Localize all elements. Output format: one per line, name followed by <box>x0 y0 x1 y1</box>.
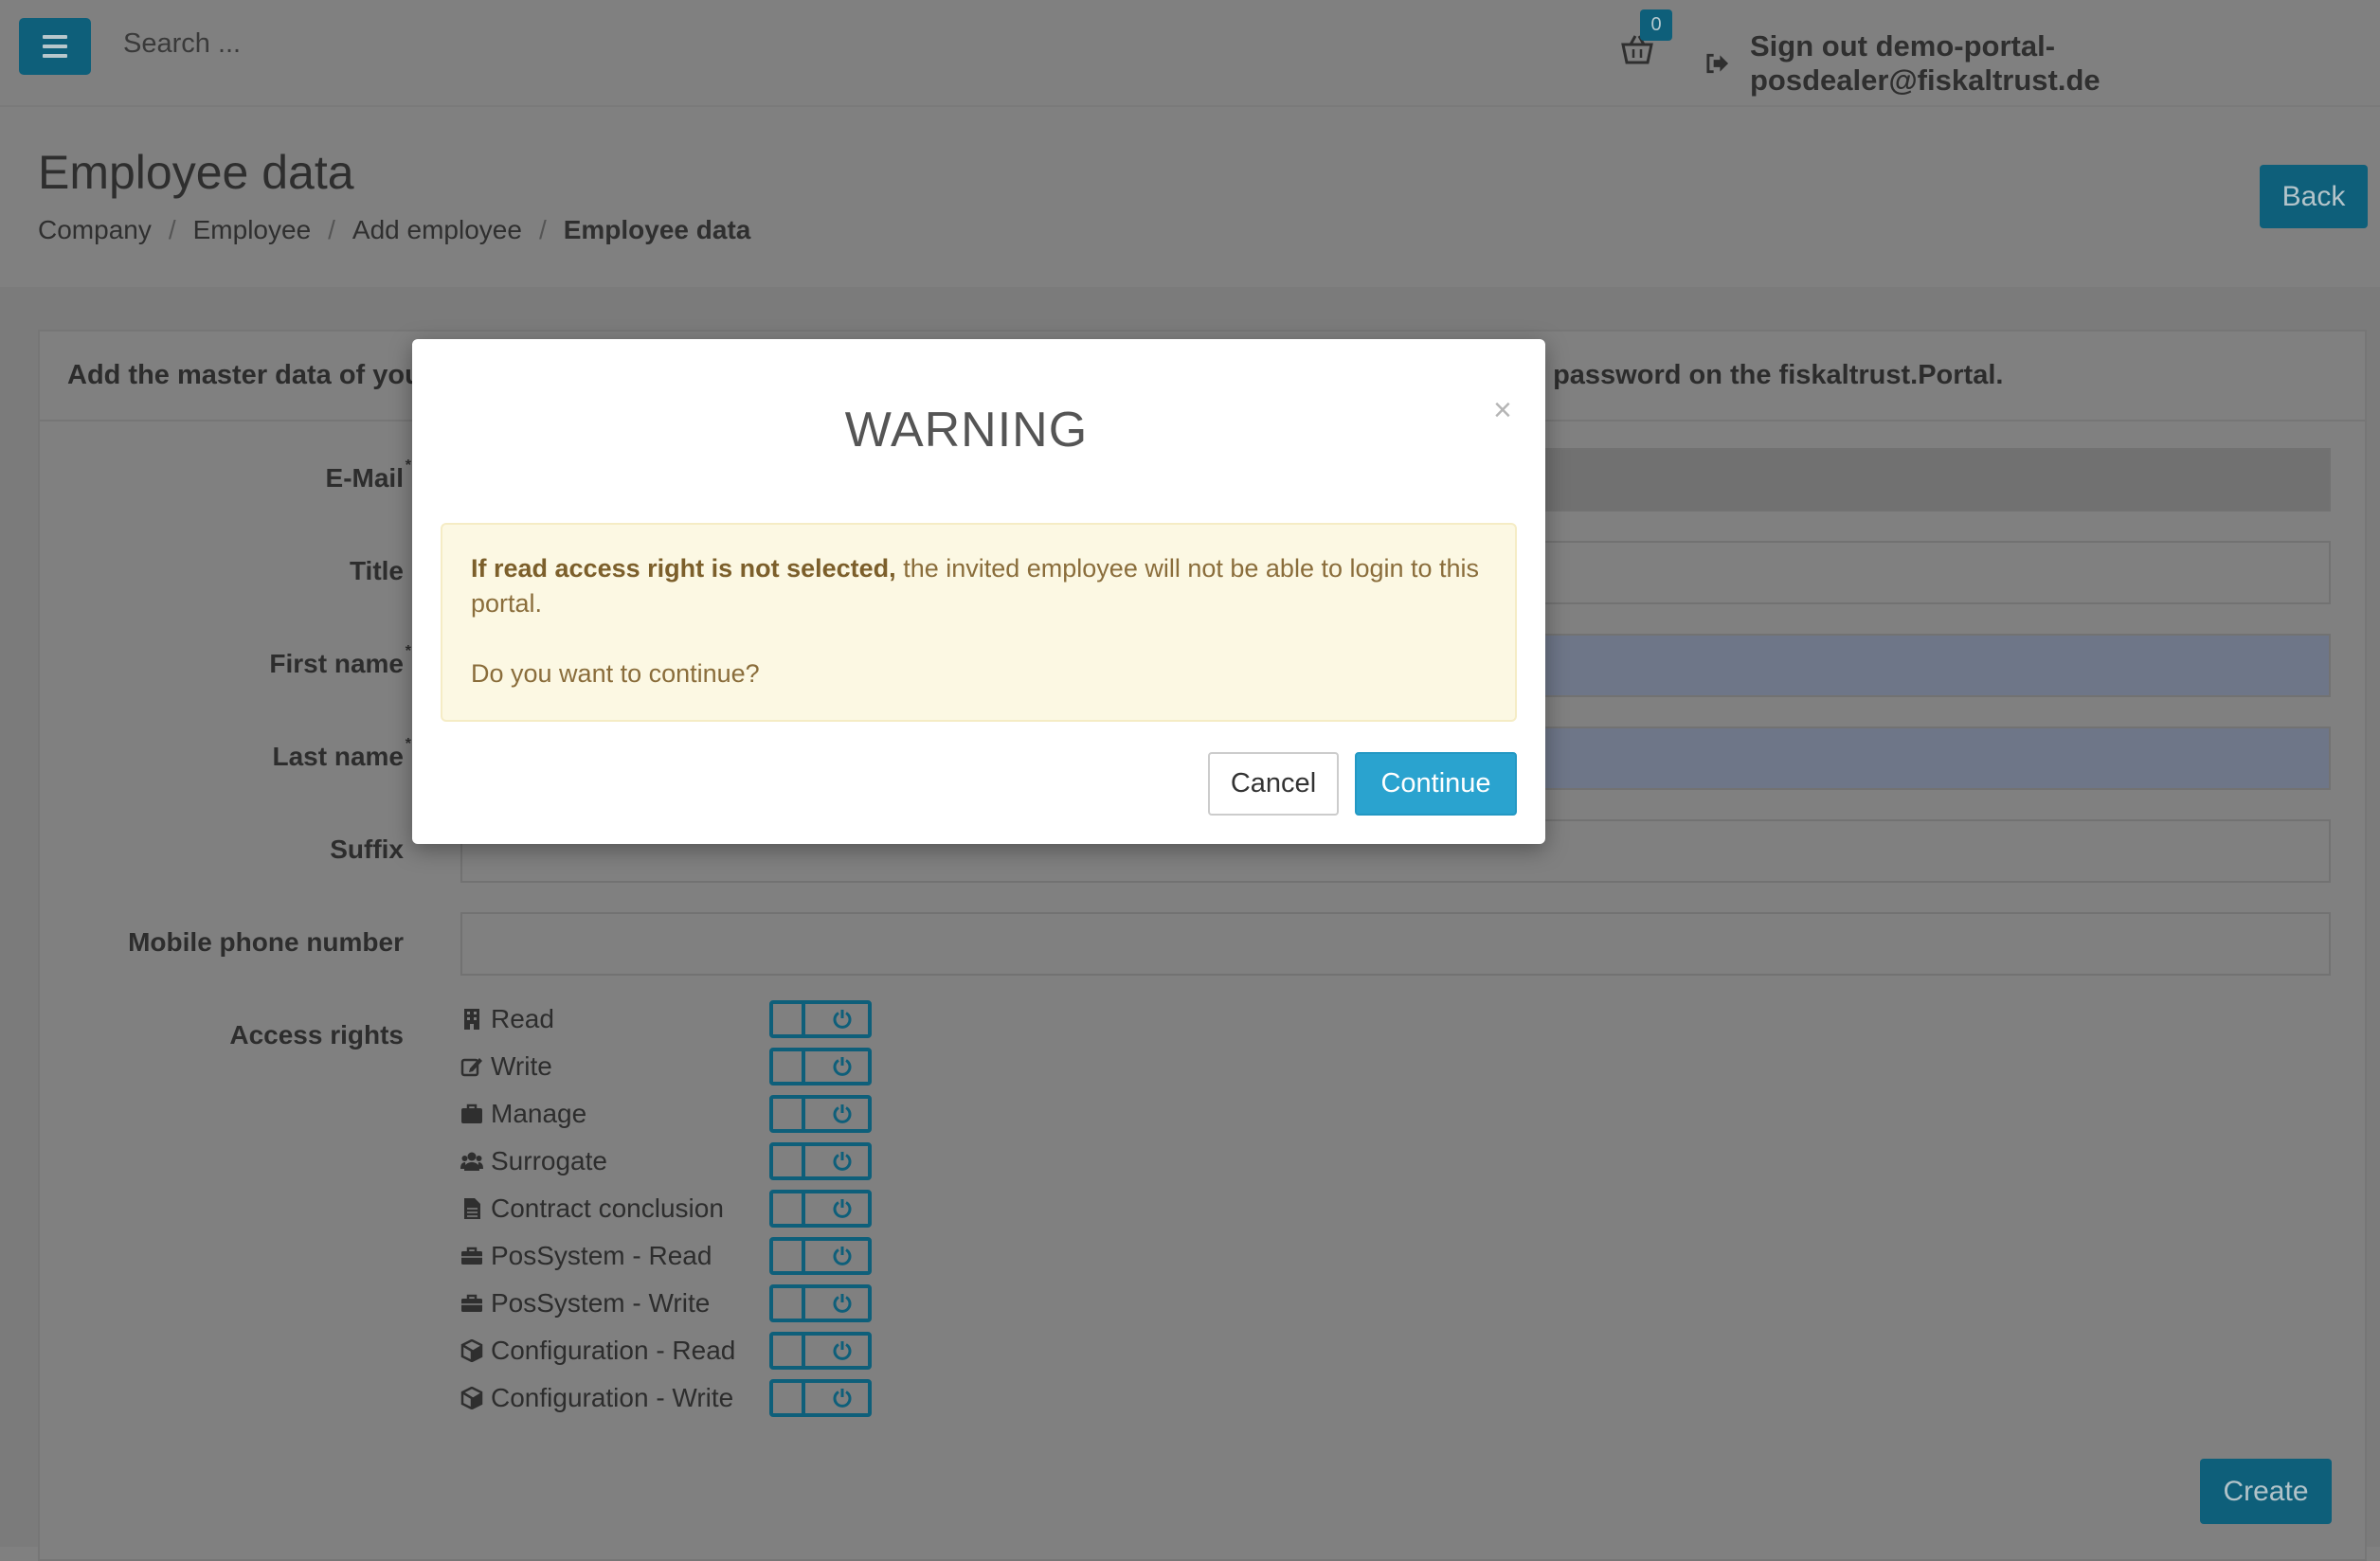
hamburger-icon <box>43 35 67 39</box>
search-input[interactable]: Search ... <box>123 28 241 60</box>
last-name-label: Last name * <box>272 736 412 771</box>
access-right-label: Configuration - Read <box>491 1336 736 1365</box>
cart-count-badge: 0 <box>1640 9 1672 41</box>
possystem-read-toggle[interactable] <box>769 1237 872 1275</box>
access-rights-label: Access rights <box>229 1020 404 1050</box>
title-label: Title <box>349 556 404 585</box>
menu-toggle-button[interactable] <box>19 18 91 75</box>
page-title: Employee data <box>38 146 354 199</box>
access-right-label: Manage <box>491 1099 587 1128</box>
access-right-possystem-read: PosSystem - Read <box>460 1237 934 1277</box>
access-right-label: Configuration - Write <box>491 1383 734 1412</box>
page-header: Employee data Company / Employee / Add e… <box>0 107 2380 287</box>
continue-button[interactable]: Continue <box>1355 752 1517 816</box>
breadcrumb: Company / Employee / Add employee / Empl… <box>38 215 751 245</box>
power-icon <box>833 1152 852 1171</box>
edit-icon <box>460 1058 482 1077</box>
warning-modal: WARNING × If read access right is not se… <box>412 339 1545 844</box>
power-icon <box>833 1104 852 1123</box>
breadcrumb-employee-data: Employee data <box>563 215 751 244</box>
access-right-configuration-write: Configuration - Write <box>460 1379 934 1419</box>
configuration-write-toggle[interactable] <box>769 1379 872 1417</box>
panel-heading-text-left: Add the master data of you <box>67 360 422 390</box>
mobile-phone-field[interactable] <box>460 912 2331 976</box>
access-right-contract-conclusion: Contract conclusion <box>460 1190 934 1229</box>
mobile-phone-label: Mobile phone number <box>128 927 404 957</box>
signout-label: Sign out demo-portal-posdealer@fiskaltru… <box>1750 29 2101 97</box>
breadcrumb-company[interactable]: Company <box>38 215 152 245</box>
access-right-label: Contract conclusion <box>491 1193 724 1223</box>
read-toggle[interactable] <box>769 1000 872 1038</box>
access-right-label: Surrogate <box>491 1146 607 1175</box>
access-right-label: Write <box>491 1051 552 1081</box>
power-icon <box>833 1199 852 1218</box>
cube-icon <box>460 1387 483 1409</box>
cancel-button[interactable]: Cancel <box>1208 752 1339 816</box>
power-icon <box>833 1057 852 1076</box>
contract-conclusion-toggle[interactable] <box>769 1190 872 1228</box>
cube-icon <box>460 1339 483 1362</box>
suffix-label: Suffix <box>330 834 404 864</box>
file-icon <box>464 1198 480 1219</box>
access-right-manage: Manage <box>460 1095 934 1135</box>
alert-bold-text: If read access right is not selected, <box>471 554 896 583</box>
signout-link[interactable]: Sign out demo-portal-posdealer@fiskaltru… <box>1705 29 2380 98</box>
building-icon <box>464 1009 479 1030</box>
breadcrumb-employee[interactable]: Employee <box>193 215 312 245</box>
manage-toggle[interactable] <box>769 1095 872 1133</box>
breadcrumb-add-employee[interactable]: Add employee <box>352 215 522 245</box>
toolbox-icon <box>461 1247 482 1265</box>
power-icon <box>833 1294 852 1313</box>
access-right-label: PosSystem - Write <box>491 1288 711 1318</box>
users-icon <box>460 1152 483 1171</box>
access-right-label: Read <box>491 1004 554 1033</box>
sign-out-icon <box>1706 53 1729 74</box>
top-navbar: Search ... 0 Sign out demo-portal-posdea… <box>0 0 2380 107</box>
possystem-write-toggle[interactable] <box>769 1284 872 1322</box>
write-toggle[interactable] <box>769 1048 872 1086</box>
panel-heading-text-right: al password on the fiskaltrust.Portal. <box>1522 360 2004 390</box>
briefcase-icon <box>461 1103 482 1123</box>
email-label: E-Mail * <box>325 458 411 493</box>
toolbox-icon <box>461 1294 482 1312</box>
configuration-read-toggle[interactable] <box>769 1332 872 1370</box>
surrogate-toggle[interactable] <box>769 1142 872 1180</box>
power-icon <box>833 1389 852 1408</box>
access-right-read: Read <box>460 1000 934 1040</box>
power-icon <box>833 1010 852 1029</box>
first-name-label: First name * <box>269 643 411 678</box>
access-right-configuration-read: Configuration - Read <box>460 1332 934 1372</box>
alert-question: Do you want to continue? <box>471 659 760 688</box>
back-button[interactable]: Back <box>2260 165 2368 228</box>
warning-alert: If read access right is not selected, th… <box>441 523 1517 722</box>
access-right-label: PosSystem - Read <box>491 1241 712 1270</box>
modal-title: WARNING <box>844 403 1089 458</box>
power-icon <box>833 1247 852 1265</box>
access-right-write: Write <box>460 1048 934 1087</box>
close-icon[interactable]: × <box>1493 394 1512 426</box>
create-button[interactable]: Create <box>2200 1459 2332 1524</box>
access-right-possystem-write: PosSystem - Write <box>460 1284 934 1324</box>
access-right-surrogate: Surrogate <box>460 1142 934 1182</box>
power-icon <box>833 1341 852 1360</box>
